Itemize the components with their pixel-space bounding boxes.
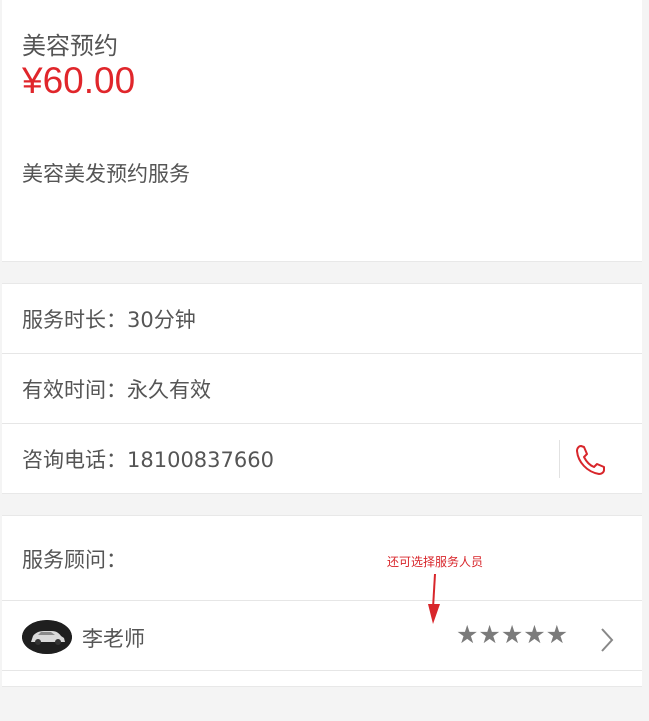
service-price: ¥60.00 xyxy=(22,60,136,101)
annotation-note: 还可选择服务人员 xyxy=(387,555,484,569)
chevron-right-icon xyxy=(601,628,614,652)
advisor-item[interactable]: 李老师 ★★★★★ xyxy=(2,601,642,671)
phone-divider xyxy=(559,440,560,478)
service-title: 美容预约 xyxy=(22,32,118,60)
advisor-name: 李老师 xyxy=(82,627,145,651)
advisor-header: 服务顾问： 还可选择服务人员 xyxy=(2,516,642,624)
service-card: 美容预约 ¥60.00 美容美发预约服务 xyxy=(2,0,642,262)
advisor-heading: 服务顾问： xyxy=(22,548,127,572)
advisor-card: 服务顾问： 还可选择服务人员 李老师 ★★★★★ xyxy=(2,515,642,687)
service-info-card: 服务时长：30分钟 有效时间：永久有效 咨询电话：18100837660 xyxy=(2,283,642,494)
phone-text: 咨询电话：18100837660 xyxy=(22,448,274,472)
duration-text: 服务时长：30分钟 xyxy=(22,308,196,332)
validity-text: 有效时间：永久有效 xyxy=(22,378,211,402)
avatar xyxy=(22,620,72,654)
service-description: 美容美发预约服务 xyxy=(22,162,190,186)
phone-icon xyxy=(576,445,605,475)
call-button[interactable] xyxy=(572,442,612,478)
car-avatar-icon xyxy=(22,620,72,654)
rating-stars: ★★★★★ xyxy=(456,620,569,649)
validity-row: 有效时间：永久有效 xyxy=(2,354,642,424)
duration-row: 服务时长：30分钟 xyxy=(2,284,642,354)
phone-row: 咨询电话：18100837660 xyxy=(2,424,642,494)
